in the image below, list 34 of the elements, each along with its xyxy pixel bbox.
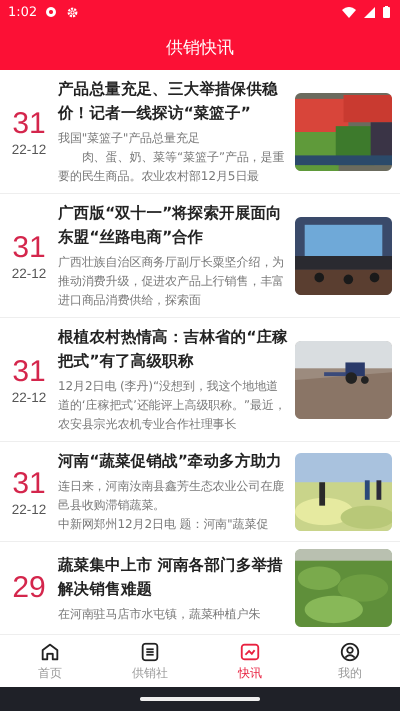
news-summary: 广西壮族自治区商务厅副厅长粟坚介绍，为推动消费升级，促进农产品上行销售，丰富进口商品消费供给，探索面 [58,254,286,309]
news-summary: 12月2日电 (李丹)“没想到，我这个地地道道的‘庄稼把式’还能评上高级职称。”最近，农安县宗光农机专业合作社理事长 [58,378,287,433]
notification-icon [45,6,58,18]
news-date: 22-12 [12,142,46,157]
news-title: 河南“蔬菜促销战”牵动多方助力 [58,451,283,472]
news-day: 31 [12,230,46,266]
news-summary: 在河南驻马店市水屯镇，蔬菜种植户朱 [58,606,262,622]
news-day: 31 [12,354,46,390]
status-time: 1:02 [8,4,38,20]
news-day: 31 [12,466,46,502]
settings-icon [66,6,80,18]
home-indicator[interactable] [140,697,260,701]
wifi-icon [342,6,356,18]
news-summary: 连日来，河南汝南县鑫芳生态农业公司在鹿邑县收购滞销蔬菜。 [58,478,286,514]
news-item[interactable]: 31 22-12 河南“蔬菜促销战”牵动多方助力 连日来，河南汝南县鑫芳生态农业公司在鹿邑县收购滞销蔬菜。 中新网郑州12月2日电 题：河南"蔬菜促 [0,442,400,542]
news-item[interactable]: 29 蔬菜集中上市 河南各部门多举措解决销售难题 在河南驻马店市水屯镇，蔬菜种植户朱 [0,542,400,634]
signal-icon [364,6,375,18]
news-title: 蔬菜集中上市 河南各部门多举措解决销售难题 [58,554,284,600]
news-title: 根植农村热情高：吉林省的“庄稼把式”有了高级职称 [58,327,289,372]
news-date: 22-12 [12,266,46,281]
news-day: 31 [12,106,46,142]
nav-tab[interactable]: 快讯 [200,635,300,687]
news-date: 22-12 [12,390,46,405]
battery-icon [383,6,390,18]
news-day: 29 [12,570,46,606]
news-summary: 肉、蛋、奶、菜等“菜篮子”产品，是重要的民生商品。农业农村部12月5日最 [58,149,286,185]
news-title: 广西版“双十一”将探索开展面向东盟“丝路电商”合作 [58,203,283,248]
news-date: 22-12 [12,502,46,517]
user-icon [339,640,361,662]
page-title: 供销快讯 [166,36,234,58]
news-summary: 我国"菜篮子"产品总量充足 [58,130,201,147]
list-icon [139,640,161,662]
news-summary: 中新网郑州12月2日电 题：河南"蔬菜促 [58,516,270,533]
news-title: 产品总量充足、三大举措保供稳价！记者一线探访“菜篮子” [58,79,279,124]
